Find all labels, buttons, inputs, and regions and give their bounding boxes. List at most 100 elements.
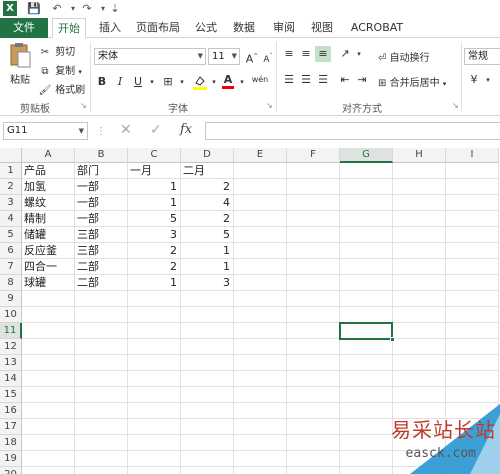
- cell-i9[interactable]: [446, 291, 499, 307]
- cell-b8[interactable]: 二部: [75, 275, 128, 291]
- undo-icon[interactable]: ↶: [50, 2, 64, 16]
- cell-i13[interactable]: [446, 355, 499, 371]
- cell-g13[interactable]: [340, 355, 393, 371]
- cell-a12[interactable]: [22, 339, 75, 355]
- row-header-14[interactable]: 14: [0, 371, 22, 387]
- cell-g1[interactable]: [340, 163, 393, 179]
- font-launcher-icon[interactable]: ↘: [266, 101, 273, 110]
- row-header-5[interactable]: 5: [0, 227, 22, 243]
- cell-d11[interactable]: [181, 323, 234, 339]
- copy-button[interactable]: ⧉ 复制 ▾: [38, 62, 82, 77]
- cell-a5[interactable]: 储罐: [22, 227, 75, 243]
- cell-c18[interactable]: [128, 435, 181, 451]
- tab-acrobat[interactable]: ACROBAT: [348, 18, 406, 38]
- paste-button[interactable]: 粘贴: [6, 42, 34, 92]
- merge-center-button[interactable]: ⊞ 合并后居中 ▾: [378, 74, 446, 89]
- cell-f16[interactable]: [287, 403, 340, 419]
- cell-b10[interactable]: [75, 307, 128, 323]
- cell-b4[interactable]: 一部: [75, 211, 128, 227]
- cell-e9[interactable]: [234, 291, 287, 307]
- cell-e14[interactable]: [234, 371, 287, 387]
- cell-h10[interactable]: [393, 307, 446, 323]
- customize-quick-access-icon[interactable]: ⇣: [108, 2, 122, 16]
- cell-b19[interactable]: [75, 451, 128, 467]
- align-top-icon[interactable]: ≡: [281, 46, 297, 62]
- row-header-17[interactable]: 17: [0, 419, 22, 435]
- cell-c20[interactable]: [128, 467, 181, 474]
- cell-h11[interactable]: [393, 323, 446, 339]
- column-header-a[interactable]: A: [22, 148, 75, 163]
- row-header-16[interactable]: 16: [0, 403, 22, 419]
- cell-c6[interactable]: 2: [128, 243, 181, 259]
- cell-d3[interactable]: 4: [181, 195, 234, 211]
- cell-e16[interactable]: [234, 403, 287, 419]
- cell-f9[interactable]: [287, 291, 340, 307]
- cell-h4[interactable]: [393, 211, 446, 227]
- cell-e7[interactable]: [234, 259, 287, 275]
- row-header-12[interactable]: 12: [0, 339, 22, 355]
- cell-c14[interactable]: [128, 371, 181, 387]
- cell-g3[interactable]: [340, 195, 393, 211]
- cell-f12[interactable]: [287, 339, 340, 355]
- cell-d1[interactable]: 二月: [181, 163, 234, 179]
- cell-f10[interactable]: [287, 307, 340, 323]
- select-all-button[interactable]: [0, 148, 22, 163]
- cell-b1[interactable]: 部门: [75, 163, 128, 179]
- cell-d10[interactable]: [181, 307, 234, 323]
- cell-h3[interactable]: [393, 195, 446, 211]
- column-header-e[interactable]: E: [234, 148, 287, 163]
- column-header-b[interactable]: B: [75, 148, 128, 163]
- cell-i10[interactable]: [446, 307, 499, 323]
- cell-e5[interactable]: [234, 227, 287, 243]
- cell-c4[interactable]: 5: [128, 211, 181, 227]
- cell-d7[interactable]: 1: [181, 259, 234, 275]
- cell-c13[interactable]: [128, 355, 181, 371]
- cell-g2[interactable]: [340, 179, 393, 195]
- cell-i11[interactable]: [446, 323, 499, 339]
- cell-g6[interactable]: [340, 243, 393, 259]
- cell-a2[interactable]: 加氢: [22, 179, 75, 195]
- cell-d20[interactable]: [181, 467, 234, 474]
- cell-f2[interactable]: [287, 179, 340, 195]
- tab-review[interactable]: 审阅: [270, 18, 298, 38]
- cell-f7[interactable]: [287, 259, 340, 275]
- cell-b17[interactable]: [75, 419, 128, 435]
- cell-a9[interactable]: [22, 291, 75, 307]
- cell-g4[interactable]: [340, 211, 393, 227]
- merge-dropdown-icon[interactable]: ▾: [443, 80, 447, 88]
- column-header-f[interactable]: F: [287, 148, 340, 163]
- cell-d13[interactable]: [181, 355, 234, 371]
- cell-a7[interactable]: 四合一: [22, 259, 75, 275]
- column-header-g[interactable]: G: [340, 148, 393, 163]
- cell-e20[interactable]: [234, 467, 287, 474]
- cell-f4[interactable]: [287, 211, 340, 227]
- redo-icon[interactable]: ↷: [80, 2, 94, 16]
- cell-h5[interactable]: [393, 227, 446, 243]
- row-header-19[interactable]: 19: [0, 451, 22, 467]
- cell-e2[interactable]: [234, 179, 287, 195]
- cell-h7[interactable]: [393, 259, 446, 275]
- cell-a8[interactable]: 球罐: [22, 275, 75, 291]
- row-header-11[interactable]: 11: [0, 323, 22, 339]
- row-header-8[interactable]: 8: [0, 275, 22, 291]
- cell-i4[interactable]: [446, 211, 499, 227]
- cell-f18[interactable]: [287, 435, 340, 451]
- cell-b3[interactable]: 一部: [75, 195, 128, 211]
- row-header-9[interactable]: 9: [0, 291, 22, 307]
- cell-c17[interactable]: [128, 419, 181, 435]
- cell-i6[interactable]: [446, 243, 499, 259]
- cell-c5[interactable]: 3: [128, 227, 181, 243]
- tab-formulas[interactable]: 公式: [192, 18, 220, 38]
- cell-g15[interactable]: [340, 387, 393, 403]
- row-header-15[interactable]: 15: [0, 387, 22, 403]
- save-icon[interactable]: 💾: [27, 2, 41, 16]
- cell-h14[interactable]: [393, 371, 446, 387]
- copy-dropdown-icon[interactable]: ▾: [78, 68, 82, 76]
- cell-a14[interactable]: [22, 371, 75, 387]
- cell-e8[interactable]: [234, 275, 287, 291]
- cell-a13[interactable]: [22, 355, 75, 371]
- cell-d19[interactable]: [181, 451, 234, 467]
- cell-c12[interactable]: [128, 339, 181, 355]
- cell-d12[interactable]: [181, 339, 234, 355]
- cell-b15[interactable]: [75, 387, 128, 403]
